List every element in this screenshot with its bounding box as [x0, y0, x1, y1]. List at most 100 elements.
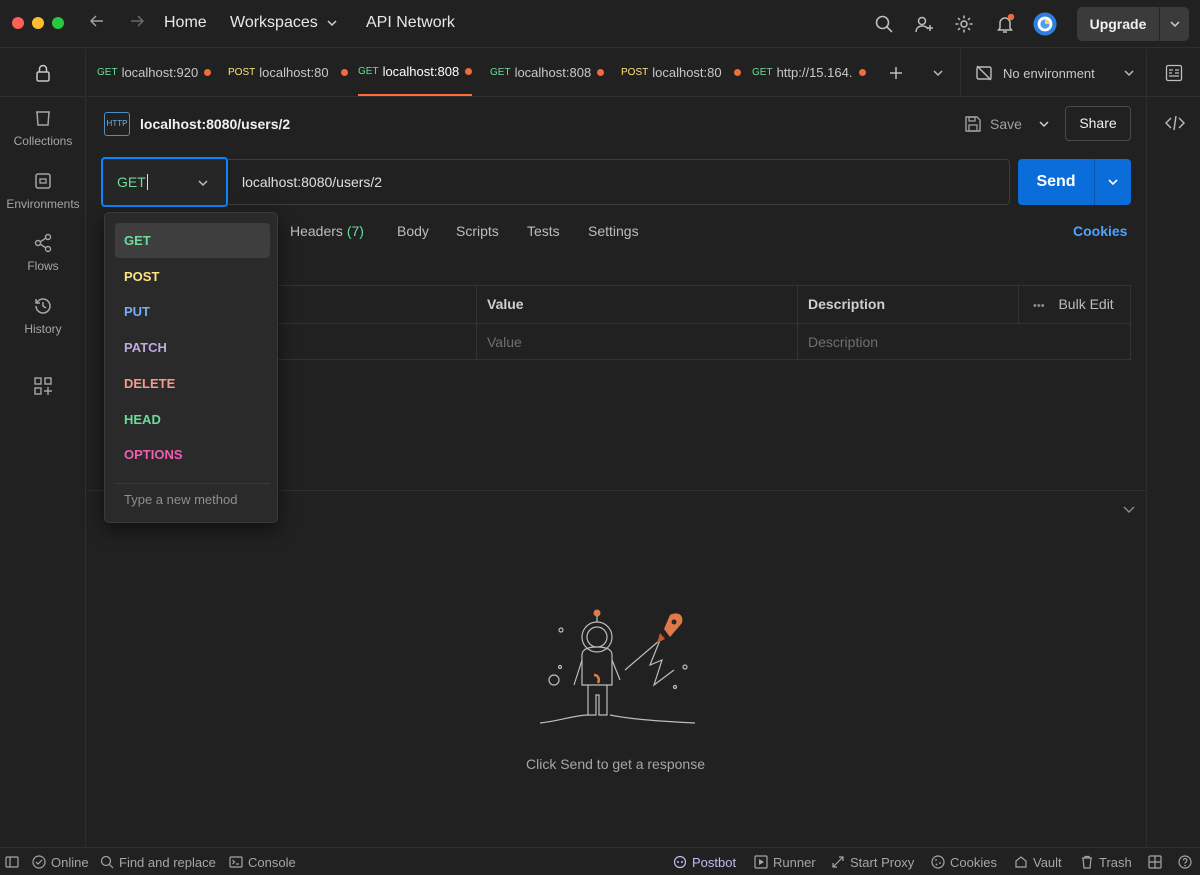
- find-replace-button[interactable]: Find and replace: [100, 854, 216, 870]
- sidebar-item-label: Flows: [27, 259, 59, 273]
- search-icon: [100, 855, 114, 869]
- help-icon[interactable]: [1178, 854, 1197, 870]
- save-disk-icon: [965, 116, 981, 132]
- method-option-patch[interactable]: PATCH: [115, 330, 270, 365]
- unsaved-dot-icon: [734, 69, 742, 76]
- trash-label: Trash: [1099, 854, 1132, 870]
- back-arrow-icon[interactable]: [86, 12, 108, 34]
- method-selector[interactable]: GET: [101, 157, 228, 207]
- request-name[interactable]: localhost:8080/users/2: [140, 116, 290, 132]
- grid-plus-icon: [0, 376, 86, 398]
- method-option-head[interactable]: HEAD: [115, 402, 270, 437]
- unsaved-dot-icon: [203, 69, 211, 76]
- sidebar-item-history[interactable]: History: [0, 296, 86, 336]
- bulk-edit-link[interactable]: ••• Bulk Edit: [1033, 286, 1114, 323]
- chevron-down-icon: [198, 180, 208, 187]
- minimize-window-button[interactable]: [32, 17, 44, 29]
- chevron-down-icon[interactable]: [1038, 118, 1050, 130]
- tab-settings[interactable]: Settings: [588, 223, 639, 239]
- tab-title: http://15.164.: [776, 65, 853, 80]
- environment-quick-look-icon[interactable]: [1165, 64, 1183, 87]
- environment-selector[interactable]: No environment: [960, 49, 1145, 97]
- tab-method: GET: [752, 67, 773, 78]
- method-dropdown: GET POST PUT PATCH DELETE HEAD OPTIONS T…: [104, 212, 278, 523]
- gear-icon[interactable]: [952, 12, 976, 36]
- console-button[interactable]: Console: [229, 854, 296, 870]
- share-button[interactable]: Share: [1065, 106, 1131, 141]
- environment-label: No environment: [1003, 65, 1095, 81]
- bulk-edit-label: Bulk Edit: [1058, 296, 1114, 312]
- home-link[interactable]: Home: [164, 14, 207, 32]
- postbot-button[interactable]: Postbot: [673, 854, 736, 870]
- code-snippet-icon[interactable]: [1165, 114, 1185, 137]
- method-option-post[interactable]: POST: [115, 259, 270, 294]
- request-tab[interactable]: GET http://15.164.: [752, 49, 866, 96]
- description-input[interactable]: Description: [798, 323, 1131, 360]
- environments-icon: [0, 171, 86, 193]
- invite-user-icon[interactable]: [912, 12, 936, 36]
- sidebar-item-label: History: [24, 322, 62, 336]
- layout-toggle-icon[interactable]: [1148, 854, 1167, 870]
- toggle-sidebar-icon[interactable]: [5, 854, 24, 870]
- request-tab-active[interactable]: GET localhost:808: [358, 49, 472, 96]
- new-tab-plus-icon[interactable]: [886, 49, 906, 96]
- upgrade-menu-chevron[interactable]: [1159, 7, 1189, 41]
- runner-play-icon: [754, 855, 768, 869]
- tab-headers[interactable]: Headers (7): [290, 223, 364, 239]
- maximize-window-button[interactable]: [52, 17, 64, 29]
- collapse-response-chevron-icon[interactable]: [1122, 502, 1136, 521]
- postbot-icon: [673, 855, 687, 869]
- close-window-button[interactable]: [12, 17, 24, 29]
- send-button[interactable]: Send: [1018, 159, 1131, 205]
- tab-tests[interactable]: Tests: [527, 223, 560, 239]
- more-dots-icon: •••: [1033, 300, 1045, 312]
- tab-method: GET: [490, 67, 511, 78]
- sidebar-item-environments[interactable]: Environments: [0, 171, 86, 211]
- avatar[interactable]: [1033, 12, 1057, 36]
- method-option-get[interactable]: GET: [115, 223, 270, 258]
- start-proxy-button[interactable]: Start Proxy: [831, 854, 914, 870]
- value-input[interactable]: Value: [477, 323, 798, 360]
- sidebar-item-flows[interactable]: Flows: [0, 233, 86, 273]
- notifications-bell-icon[interactable]: [993, 12, 1017, 36]
- method-option-put[interactable]: PUT: [115, 294, 270, 329]
- runner-label: Runner: [773, 854, 816, 870]
- sidebar-item-collections[interactable]: Collections: [0, 108, 86, 148]
- tab-scripts[interactable]: Scripts: [456, 223, 499, 239]
- tab-title: localhost:920: [121, 65, 199, 80]
- runner-button[interactable]: Runner: [754, 854, 816, 870]
- upgrade-button[interactable]: Upgrade: [1077, 7, 1189, 41]
- request-tab[interactable]: GET localhost:920: [97, 49, 211, 96]
- chevron-down-icon: [1124, 70, 1134, 77]
- vault-label: Vault: [1033, 854, 1062, 870]
- new-method-input[interactable]: Type a new method: [124, 492, 237, 507]
- cookies-link[interactable]: Cookies: [1073, 223, 1127, 239]
- sidebar-item-add-views[interactable]: [0, 376, 86, 398]
- tabs-overflow-chevron-icon[interactable]: [928, 49, 948, 96]
- method-option-delete[interactable]: DELETE: [115, 366, 270, 401]
- api-network-link[interactable]: API Network: [366, 14, 455, 32]
- tab-body[interactable]: Body: [397, 223, 429, 239]
- send-label: Send: [1036, 173, 1076, 190]
- online-label: Online: [51, 854, 89, 870]
- save-button[interactable]: Save: [964, 112, 1050, 136]
- request-tab[interactable]: POST localhost:80: [621, 49, 742, 96]
- method-option-options[interactable]: OPTIONS: [115, 437, 270, 472]
- workspace-lock-icon[interactable]: [0, 49, 86, 97]
- url-input[interactable]: localhost:8080/users/2: [228, 159, 1010, 205]
- trash-button[interactable]: Trash: [1080, 854, 1132, 870]
- start-proxy-label: Start Proxy: [850, 854, 915, 870]
- request-tab[interactable]: POST localhost:80: [228, 49, 349, 96]
- forward-arrow-icon[interactable]: [126, 12, 148, 34]
- workspaces-menu[interactable]: Workspaces: [230, 14, 338, 32]
- request-tab[interactable]: GET localhost:808: [490, 49, 604, 96]
- send-options-chevron[interactable]: [1094, 159, 1131, 205]
- vault-button[interactable]: Vault: [1014, 854, 1062, 870]
- tab-title: localhost:80: [652, 65, 722, 80]
- tab-title: localhost:808: [382, 64, 460, 79]
- dropdown-divider: [115, 483, 270, 484]
- search-icon[interactable]: [872, 12, 896, 36]
- statusbar-cookies-button[interactable]: Cookies: [931, 854, 997, 870]
- online-status[interactable]: Online: [32, 854, 89, 870]
- no-environment-icon: [976, 65, 992, 81]
